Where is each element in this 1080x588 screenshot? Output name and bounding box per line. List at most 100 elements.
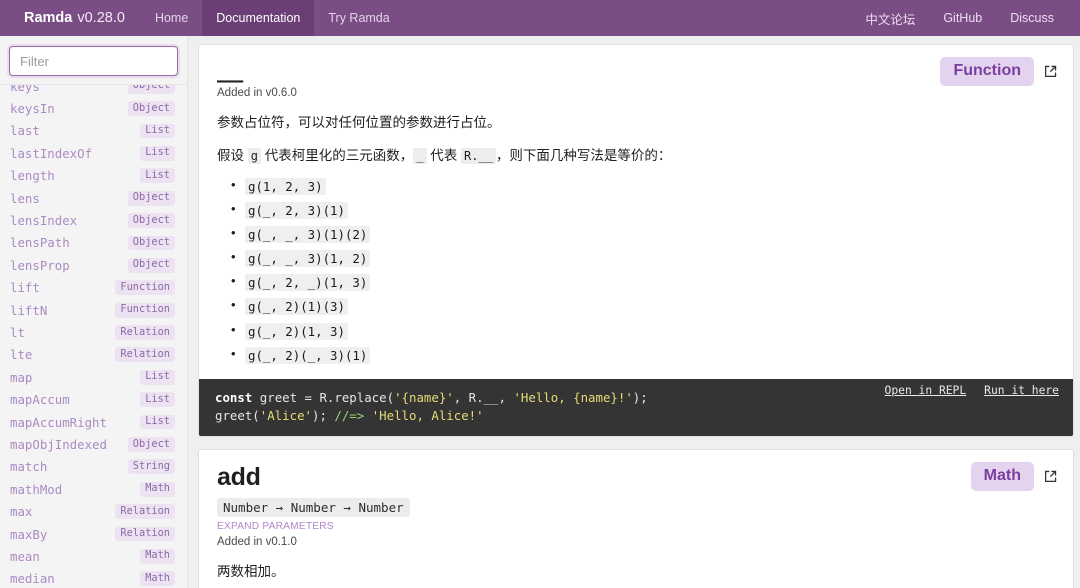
- main-content: Function __ Added in v0.6.0 参数占位符，可以对任何位…: [188, 36, 1080, 588]
- list-item: g(_, _, 3)(1, 2): [245, 248, 1055, 269]
- sidebar-item-keys[interactable]: keysObject: [0, 84, 187, 97]
- brand-version: v0.28.0: [77, 10, 125, 26]
- inline-code-g: g: [248, 148, 261, 164]
- search-input[interactable]: [10, 47, 188, 75]
- code-token: greet(: [215, 408, 260, 423]
- expand-parameters-link[interactable]: EXPAND PARAMETERS: [217, 521, 1055, 532]
- code-token: 'Hello, {name}!': [513, 390, 632, 405]
- sidebar-item-label: lensIndex: [10, 213, 77, 228]
- sidebar-item-lte[interactable]: lteRelation: [0, 344, 187, 366]
- nav-item-github[interactable]: GitHub: [929, 0, 996, 36]
- function-list[interactable]: keysObjectkeysInObjectlastListlastIndexO…: [0, 84, 187, 588]
- sidebar-item-median[interactable]: medianMath: [0, 568, 187, 588]
- equivalent-expression: g(_, 2)(_, 3)(1): [245, 347, 370, 364]
- sidebar-item-maxby[interactable]: maxBy Relation: [0, 523, 187, 545]
- sidebar-item-lift[interactable]: liftFunction: [0, 277, 187, 299]
- code-token: const: [215, 390, 252, 405]
- sidebar-item-lastindexof[interactable]: lastIndexOfList: [0, 142, 187, 164]
- sidebar-item-mean[interactable]: meanMath: [0, 545, 187, 567]
- open-in-repl-link[interactable]: Open in REPL: [885, 384, 967, 397]
- sidebar-item-category-badge: Function: [115, 303, 175, 318]
- external-link-icon[interactable]: [1042, 468, 1059, 485]
- sidebar-item-lens[interactable]: lensObject: [0, 187, 187, 209]
- sidebar-item-label: lt: [10, 325, 25, 340]
- added-in-version: Added in v0.1.0: [217, 536, 1055, 548]
- sidebar-item-label: max: [10, 504, 32, 519]
- sidebar-item-keysin[interactable]: keysIn Object: [0, 97, 187, 119]
- sidebar-item-lt[interactable]: ltRelation: [0, 321, 187, 343]
- doc-card-underscore: Function __ Added in v0.6.0 参数占位符，可以对任何位…: [198, 44, 1074, 437]
- sidebar-item-label: keys: [10, 84, 40, 94]
- nav-item-chinese-forum[interactable]: 中文论坛: [851, 0, 929, 36]
- nav-item-discuss[interactable]: Discuss: [996, 0, 1068, 36]
- inline-code-underscore: _: [413, 148, 426, 164]
- sidebar-item-mathmod[interactable]: mathModMath: [0, 478, 187, 500]
- brand-logo[interactable]: Ramda v0.28.0: [0, 0, 141, 36]
- desc2-mid2: 代表: [427, 148, 462, 163]
- list-item: g(_, 2)(1)(3): [245, 296, 1055, 317]
- type-signature: Number → Number → Number: [217, 498, 410, 517]
- sidebar-item-category-badge: Object: [128, 213, 175, 228]
- brand-name: Ramda: [24, 10, 72, 26]
- sidebar-item-category-badge: Relation: [115, 504, 175, 519]
- sidebar-item-category-badge: List: [140, 168, 175, 183]
- sidebar-item-max[interactable]: max Relation: [0, 500, 187, 522]
- sidebar-item-liftn[interactable]: liftN Function: [0, 299, 187, 321]
- sidebar-item-category-badge: Object: [128, 258, 175, 273]
- sidebar-item-category-badge: Relation: [115, 527, 175, 542]
- sidebar-item-category-badge: Object: [128, 101, 175, 116]
- sidebar-item-mapaccumright[interactable]: mapAccumRightList: [0, 411, 187, 433]
- sidebar-item-lensprop[interactable]: lensPropObject: [0, 254, 187, 276]
- filter-box[interactable]: [9, 46, 178, 76]
- list-item: g(_, 2)(_, 3)(1): [245, 345, 1055, 366]
- list-item: g(1, 2, 3): [245, 176, 1055, 197]
- sidebar: keysObjectkeysInObjectlastListlastIndexO…: [0, 36, 188, 588]
- external-link-icon[interactable]: [1042, 63, 1059, 80]
- nav-item-documentation[interactable]: Documentation: [202, 0, 314, 36]
- desc2-suffix: ，则下面几种写法是等价的：: [496, 148, 672, 163]
- code-token: 'Hello, Alice!': [372, 408, 484, 423]
- description-paragraph-1: 参数占位符，可以对任何位置的参数进行占位。: [217, 113, 1055, 133]
- card-badge-row: Math: [971, 462, 1059, 491]
- equivalent-expression: g(_, _, 3)(1)(2): [245, 226, 370, 243]
- equivalents-list: g(1, 2, 3)g(_, 2, 3)(1)g(_, _, 3)(1)(2)g…: [217, 176, 1055, 366]
- nav-item-home[interactable]: Home: [141, 0, 202, 36]
- sidebar-item-map[interactable]: mapList: [0, 366, 187, 388]
- sidebar-item-category-badge: Object: [128, 236, 175, 251]
- secondary-nav: 中文论坛 GitHub Discuss: [851, 0, 1080, 36]
- sidebar-item-match[interactable]: matchString: [0, 456, 187, 478]
- sidebar-item-label: maxBy: [10, 527, 47, 542]
- site-header: Ramda v0.28.0 Home Documentation Try Ram…: [0, 0, 1080, 36]
- list-item: g(_, 2)(1, 3): [245, 321, 1055, 342]
- sidebar-item-label: keysIn: [10, 101, 55, 116]
- sidebar-item-mapaccum[interactable]: mapAccum List: [0, 388, 187, 410]
- page-body: keysObjectkeysInObjectlastListlastIndexO…: [0, 36, 1080, 588]
- nav-item-try-ramda[interactable]: Try Ramda: [314, 0, 403, 36]
- equivalent-expression: g(_, 2)(1, 3): [245, 323, 348, 340]
- added-in-version: Added in v0.6.0: [217, 87, 1055, 99]
- sidebar-item-label: lensPath: [10, 235, 70, 250]
- sidebar-item-label: liftN: [10, 303, 47, 318]
- sidebar-item-category-badge: List: [140, 415, 175, 430]
- run-it-here-link[interactable]: Run it here: [984, 384, 1059, 397]
- list-item: g(_, 2, _)(1, 3): [245, 272, 1055, 293]
- code-actions-1: Open in REPL Run it here: [885, 384, 1059, 397]
- sidebar-item-last[interactable]: lastList: [0, 120, 187, 142]
- code-example-block-1: Open in REPL Run it here const greet = R…: [199, 379, 1073, 437]
- sidebar-item-label: lte: [10, 347, 32, 362]
- sidebar-item-label: mapAccum: [10, 392, 70, 407]
- page-title: __: [217, 59, 1055, 83]
- sidebar-item-category-badge: List: [140, 124, 175, 139]
- sidebar-item-label: map: [10, 370, 32, 385]
- sidebar-item-category-badge: List: [140, 392, 175, 407]
- sidebar-item-mapobjindexed[interactable]: mapObjIndexedObject: [0, 433, 187, 455]
- code-token: , R.__,: [454, 390, 514, 405]
- category-badge: Function: [940, 57, 1034, 86]
- sidebar-item-lensindex[interactable]: lensIndex Object: [0, 209, 187, 231]
- sidebar-item-lenspath[interactable]: lensPath Object: [0, 232, 187, 254]
- sidebar-item-length[interactable]: lengthList: [0, 165, 187, 187]
- card-badge-row: Function: [940, 57, 1059, 86]
- sidebar-item-category-badge: String: [128, 459, 175, 474]
- code-token: );: [633, 390, 648, 405]
- filter-container: [0, 36, 187, 84]
